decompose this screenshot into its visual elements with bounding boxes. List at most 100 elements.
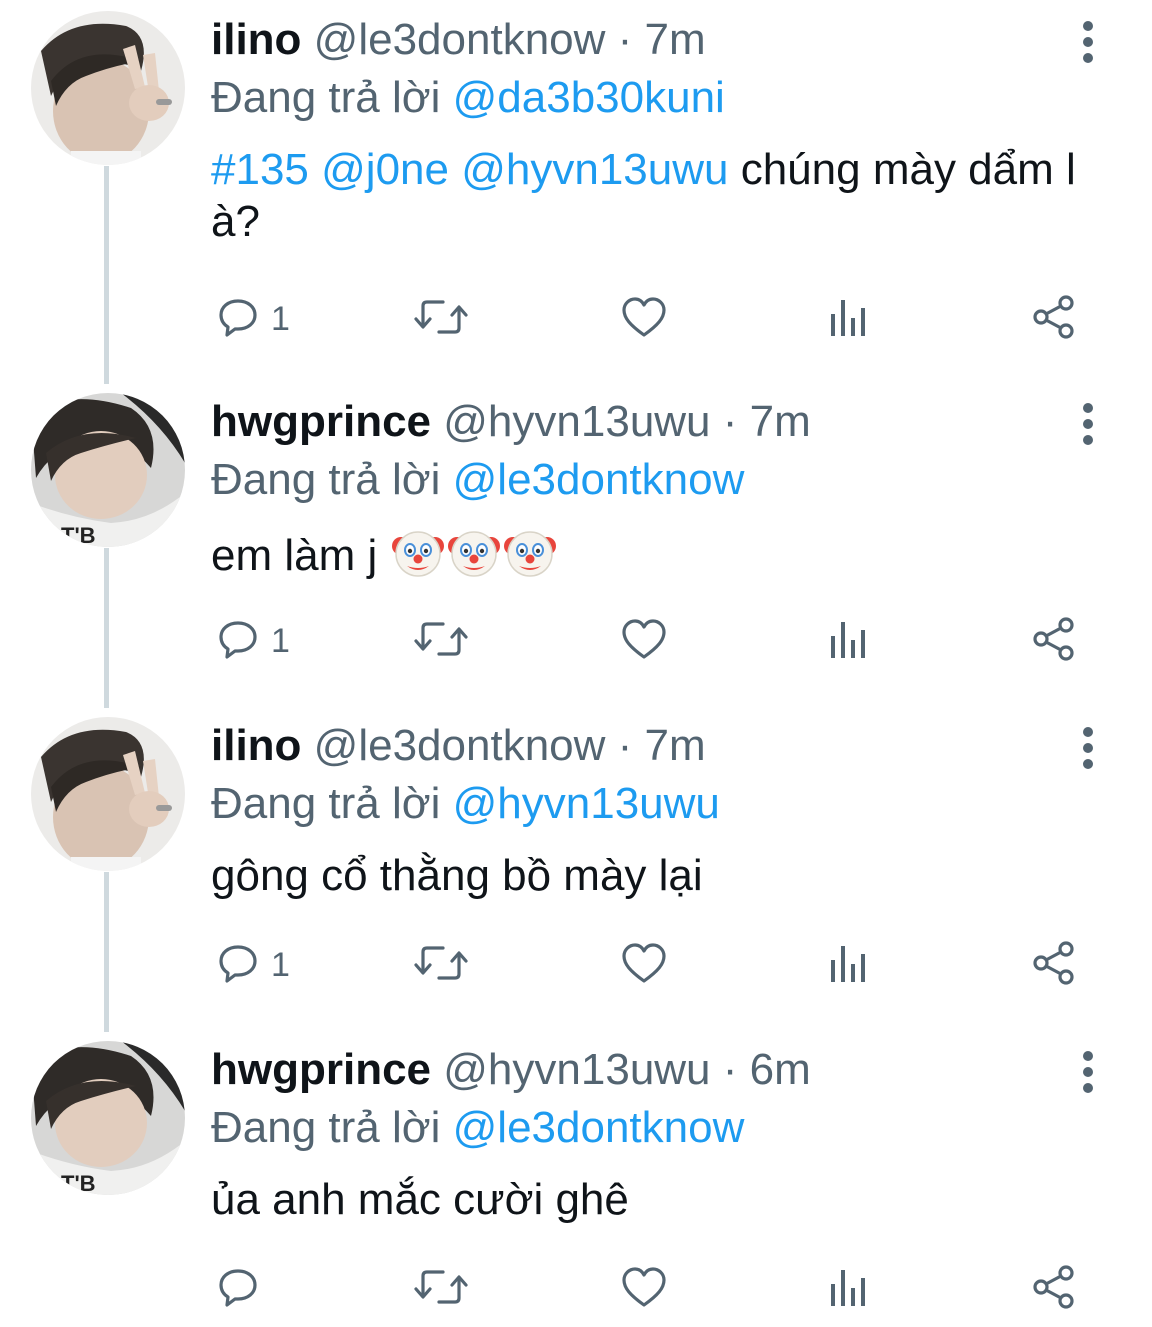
action-bar [211,1264,1091,1314]
views-button[interactable] [829,940,869,990]
reply-icon [217,296,259,343]
handle[interactable]: @hyvn13uwu [443,1045,710,1094]
tweet-text: em làm j [211,526,1091,582]
views-icon [829,1266,869,1313]
retweet-button[interactable] [413,940,469,990]
like-button[interactable] [621,940,667,990]
clown-face-emoji [503,526,557,580]
share-icon [1031,940,1077,991]
more-options-icon[interactable] [1072,400,1104,448]
tweet-text: gông cổ thằng bồ mày lại [211,850,1091,902]
like-icon [621,618,667,665]
replying-to-label: Đang trả lời [211,455,441,504]
views-icon [829,618,869,665]
display-name[interactable]: hwgprince [211,1045,431,1094]
share-button[interactable] [1031,940,1077,990]
timestamp[interactable]: · 7m [723,397,811,446]
like-button[interactable] [621,616,667,666]
text-segment: gông cổ thằng bồ mày lại [211,851,703,900]
like-icon [621,1266,667,1313]
mention-link[interactable]: @hyvn13uwu [453,779,720,828]
more-options-icon[interactable] [1072,18,1104,66]
display-name[interactable]: ilino [211,721,301,770]
reply-button[interactable]: 1 [217,940,290,990]
mention-link[interactable]: @le3dontknow [453,1103,745,1152]
replying-to: Đang trả lời @hyvn13uwu [211,778,720,830]
replying-to-label: Đang trả lời [211,1103,441,1152]
retweet-button[interactable] [413,1264,469,1314]
tweet[interactable]: ilino @le3dontknow · 7m Đang trả lời @hy… [0,706,1152,1026]
share-icon [1031,616,1077,667]
replying-to: Đang trả lời @le3dontknow [211,1102,744,1154]
retweet-button[interactable] [413,294,469,344]
display-name[interactable]: ilino [211,15,301,64]
like-button[interactable] [621,294,667,344]
svg-text:T'B: T'B [61,523,96,547]
avatar-ilino [31,11,185,165]
display-name[interactable]: hwgprince [211,397,431,446]
share-button[interactable] [1031,616,1077,666]
reply-button[interactable]: 1 [217,294,290,344]
avatar[interactable]: T'B [31,1041,185,1195]
tweet[interactable]: T'B hwgprince @hyvn13uwu · 7m Đang trả l… [0,382,1152,702]
reply-button[interactable] [217,1264,271,1314]
tweet-header: ilino @le3dontknow · 7m [211,720,706,772]
avatar-hwgprince: T'B [31,1041,185,1195]
tweet[interactable]: ilino @le3dontknow · 7m Đang trả lời @da… [0,0,1152,370]
timestamp[interactable]: · 7m [618,15,706,64]
timestamp[interactable]: · 7m [618,721,706,770]
views-icon [829,942,869,989]
share-icon [1031,1264,1077,1315]
avatar[interactable] [31,717,185,871]
retweet-icon [413,1266,469,1313]
text-segment [449,145,461,194]
retweet-icon [413,618,469,665]
tweet-header: hwgprince @hyvn13uwu · 7m [211,396,811,448]
replying-to-label: Đang trả lời [211,73,441,122]
mention-link[interactable]: @da3b30kuni [453,73,725,122]
avatar[interactable]: T'B [31,393,185,547]
tweet[interactable]: T'B hwgprince @hyvn13uwu · 6m Đang trả l… [0,1030,1152,1327]
retweet-icon [413,296,469,343]
avatar[interactable] [31,11,185,165]
action-bar: 1 [211,294,1091,344]
reply-count: 1 [271,621,290,660]
handle[interactable]: @le3dontknow [314,721,606,770]
action-bar: 1 [211,616,1091,666]
retweet-button[interactable] [413,616,469,666]
views-button[interactable] [829,1264,869,1314]
more-options-icon[interactable] [1072,1048,1104,1096]
views-icon [829,296,869,343]
mention-link[interactable]: @hyvn13uwu [461,145,728,194]
mention-link[interactable]: @j0ne [321,145,449,194]
timestamp[interactable]: · 6m [723,1045,811,1094]
more-options-icon[interactable] [1072,724,1104,772]
share-button[interactable] [1031,294,1077,344]
views-button[interactable] [829,616,869,666]
share-icon [1031,294,1077,345]
hashtag-link[interactable]: #135 [211,145,309,194]
share-button[interactable] [1031,1264,1077,1314]
tweet-header: hwgprince @hyvn13uwu · 6m [211,1044,811,1096]
clown-face-emoji [447,526,501,580]
handle[interactable]: @hyvn13uwu [443,397,710,446]
like-button[interactable] [621,1264,667,1314]
like-icon [621,296,667,343]
views-button[interactable] [829,294,869,344]
action-bar: 1 [211,940,1091,990]
text-segment: ủa anh mắc cười ghê [211,1175,629,1224]
tweet-header: ilino @le3dontknow · 7m [211,14,706,66]
reply-count: 1 [271,299,290,338]
svg-text:T'B: T'B [61,1171,96,1195]
mention-link[interactable]: @le3dontknow [453,455,745,504]
reply-icon [217,942,259,989]
reply-button[interactable]: 1 [217,616,290,666]
replying-to-label: Đang trả lời [211,779,441,828]
handle[interactable]: @le3dontknow [314,15,606,64]
reply-icon [217,618,259,665]
clown-face-emoji [391,526,445,580]
text-segment: em làm j [211,531,390,580]
replying-to: Đang trả lời @le3dontknow [211,454,744,506]
retweet-icon [413,942,469,989]
reply-count: 1 [271,945,290,984]
